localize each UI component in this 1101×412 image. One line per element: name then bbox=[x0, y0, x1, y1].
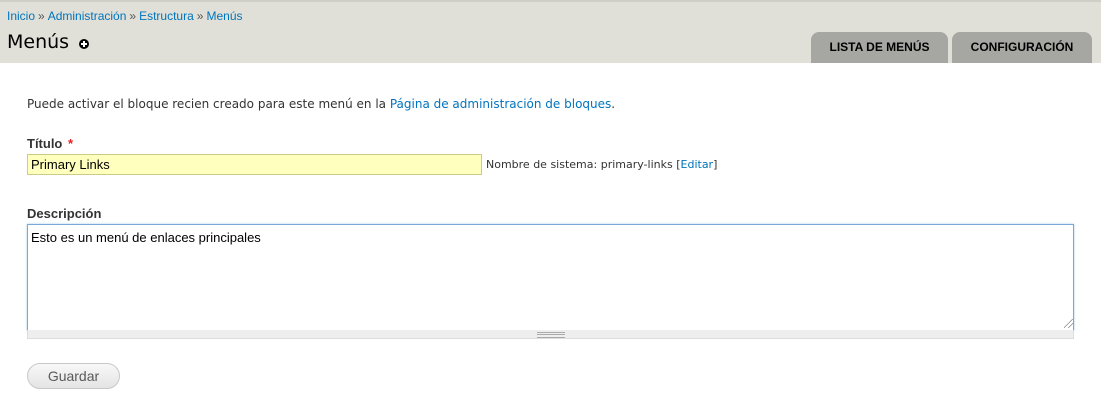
machine-name-text: Nombre de sistema: primary-links bbox=[486, 158, 677, 171]
help-text-before: Puede activar el bloque recien creado pa… bbox=[27, 97, 390, 111]
machine-name-edit-link[interactable]: Editar bbox=[681, 158, 714, 171]
machine-name: Nombre de sistema: primary-links [Editar… bbox=[486, 158, 717, 171]
title-label-text: Título bbox=[27, 136, 63, 151]
breadcrumb-separator: » bbox=[129, 9, 137, 23]
title-label: Título * bbox=[27, 136, 73, 151]
header-topline bbox=[0, 0, 1101, 2]
title-input[interactable] bbox=[27, 154, 482, 175]
machine-name-bracket-close: ] bbox=[713, 158, 718, 171]
textarea-grippie[interactable] bbox=[27, 330, 1074, 339]
tab-lista-de-menus[interactable]: LISTA DE MENÚS bbox=[811, 32, 948, 63]
required-marker: * bbox=[68, 136, 74, 151]
breadcrumb: Inicio» Administración» Estructura» Menús bbox=[7, 9, 243, 23]
breadcrumb-link-menus[interactable]: Menús bbox=[206, 9, 242, 23]
block-admin-link[interactable]: Página de administración de bloques bbox=[390, 97, 611, 111]
breadcrumb-link-administracion[interactable]: Administración bbox=[48, 9, 127, 23]
page-header: Inicio» Administración» Estructura» Menús M… bbox=[0, 0, 1101, 63]
resize-handle-icon[interactable] bbox=[1064, 319, 1073, 328]
add-shortcut-icon[interactable] bbox=[79, 39, 89, 49]
breadcrumb-link-estructura[interactable]: Estructura bbox=[139, 9, 194, 23]
description-label: Descripción bbox=[27, 206, 102, 221]
breadcrumb-separator: » bbox=[38, 9, 45, 23]
save-button[interactable]: Guardar bbox=[27, 363, 120, 389]
description-textarea[interactable]: Esto es un menú de enlaces principales bbox=[27, 224, 1074, 331]
breadcrumb-separator: » bbox=[196, 9, 204, 23]
tab-configuracion[interactable]: CONFIGURACIÓN bbox=[952, 32, 1092, 63]
help-text-after: . bbox=[611, 97, 616, 111]
breadcrumb-link-inicio[interactable]: Inicio bbox=[7, 9, 35, 23]
help-text: Puede activar el bloque recien creado pa… bbox=[27, 97, 615, 111]
page-title: Menús bbox=[7, 31, 70, 53]
